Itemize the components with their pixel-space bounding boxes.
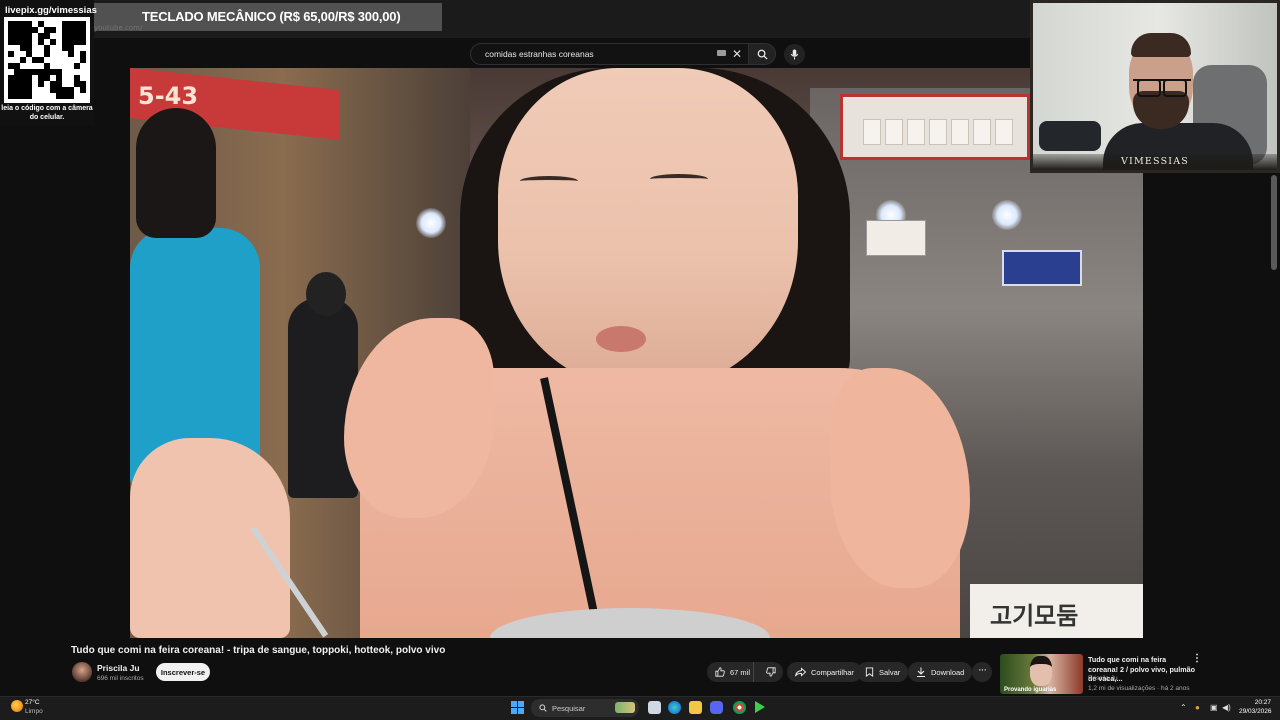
thumbs-down-icon bbox=[766, 667, 776, 677]
webcam-jacket bbox=[1039, 121, 1101, 151]
mic-icon[interactable]: ● bbox=[1195, 703, 1200, 712]
search-button[interactable] bbox=[748, 43, 776, 65]
donation-goal-text: TECLADO MECÂNICO (R$ 65,00/R$ 300,00) bbox=[142, 9, 401, 24]
thumbnail-text: Provando iguarias bbox=[1004, 687, 1057, 693]
search-input[interactable]: comidas estranhas coreanas bbox=[470, 43, 750, 65]
video-woman-face bbox=[498, 68, 798, 388]
video-title: Tudo que comi na feira coreana! - tripa … bbox=[71, 645, 446, 656]
webcam-streamer-glasses bbox=[1133, 79, 1191, 97]
video-blue-sign bbox=[1002, 250, 1082, 286]
share-label: Compartilhar bbox=[811, 667, 854, 677]
voice-search-button[interactable] bbox=[784, 44, 805, 65]
webcam-overlay: VIMESSIAS bbox=[1030, 0, 1280, 173]
network-icon[interactable]: ▣ bbox=[1210, 703, 1218, 712]
suggested-video-channel[interactable]: Priscila Ju bbox=[1088, 675, 1118, 682]
download-button[interactable]: Download bbox=[908, 662, 973, 682]
dislike-button[interactable] bbox=[759, 662, 783, 682]
edge-browser-icon[interactable] bbox=[668, 701, 681, 714]
video-lamp bbox=[416, 208, 446, 238]
share-button[interactable]: Compartilhar bbox=[787, 662, 862, 682]
video-sign-text: 5-43 bbox=[138, 82, 199, 110]
suggested-video-menu-button[interactable]: ⋮ bbox=[1192, 654, 1202, 664]
like-count: 67 mil bbox=[730, 667, 751, 677]
taskbar-search-label: Pesquisar bbox=[552, 703, 586, 713]
video-white-sign bbox=[866, 220, 926, 256]
taskbar-clock[interactable]: 20:27 29/03/2026 bbox=[1239, 699, 1272, 716]
bookmark-icon bbox=[865, 667, 874, 677]
suggested-video-meta: 1,2 mi de visualizações · há 2 anos bbox=[1088, 685, 1190, 692]
save-button[interactable]: Salvar bbox=[857, 662, 909, 682]
media-player-icon[interactable] bbox=[755, 701, 765, 713]
save-label: Salvar bbox=[879, 667, 901, 677]
keyboard-icon[interactable] bbox=[717, 50, 726, 56]
discord-icon[interactable] bbox=[710, 701, 723, 714]
weather-temperature[interactable]: 27°C bbox=[25, 699, 40, 706]
video-bottom-sign: 고기모둠 bbox=[970, 584, 1143, 638]
like-dislike-group: 67 mil bbox=[707, 662, 783, 682]
qr-panel: livepix.gg/vimessias leia o código com a… bbox=[0, 0, 97, 125]
page-scrollbar[interactable] bbox=[1271, 175, 1277, 270]
video-person-hair bbox=[136, 108, 216, 238]
download-label: Download bbox=[931, 667, 965, 677]
weather-icon[interactable] bbox=[11, 700, 23, 712]
file-explorer-icon[interactable] bbox=[689, 701, 702, 714]
qr-url: livepix.gg/vimessias bbox=[5, 5, 97, 16]
channel-name[interactable]: Priscila Ju bbox=[97, 663, 140, 673]
download-icon bbox=[917, 667, 925, 677]
chevron-up-icon[interactable]: ⌃ bbox=[1180, 703, 1187, 712]
search-highlight-icon[interactable] bbox=[615, 702, 635, 713]
suggested-video-thumbnail[interactable]: Provando iguarias bbox=[1000, 654, 1083, 694]
more-actions-button[interactable]: ··· bbox=[972, 662, 992, 682]
video-woman-lips bbox=[596, 326, 646, 352]
weather-description[interactable]: Limpo bbox=[25, 708, 43, 715]
video-player[interactable]: 5-43 고기모둠 bbox=[130, 68, 1143, 638]
avatar[interactable] bbox=[72, 662, 92, 682]
webcam-streamer-hair bbox=[1131, 33, 1191, 57]
video-menu-board bbox=[840, 94, 1030, 160]
screen: youtube.com/ comidas estranhas coreanas … bbox=[0, 0, 1280, 720]
search-icon bbox=[539, 704, 547, 712]
thumbs-up-icon bbox=[715, 667, 725, 677]
video-hand bbox=[130, 438, 290, 638]
video-woman-eye bbox=[650, 174, 708, 184]
video-woman-eye bbox=[520, 176, 578, 186]
subscribe-button[interactable]: Inscrever-se bbox=[156, 663, 210, 681]
qr-code bbox=[4, 17, 90, 103]
mic-icon bbox=[790, 49, 799, 60]
qr-module bbox=[80, 93, 86, 99]
video-lamp bbox=[992, 200, 1022, 230]
task-view-icon[interactable] bbox=[648, 701, 661, 714]
webcam-label: VIMESSIAS bbox=[1033, 154, 1277, 170]
video-person-head bbox=[306, 272, 346, 316]
chrome-browser-icon[interactable] bbox=[733, 701, 746, 714]
subscriber-count: 696 mil inscritos bbox=[97, 675, 144, 682]
taskbar-time: 20:27 bbox=[1254, 699, 1271, 706]
taskbar-date: 29/03/2026 bbox=[1239, 707, 1272, 715]
volume-icon[interactable]: ◀) bbox=[1222, 703, 1231, 712]
share-icon bbox=[795, 667, 806, 677]
windows-taskbar bbox=[0, 696, 1280, 720]
search-query-text: comidas estranhas coreanas bbox=[485, 49, 594, 59]
windows-start-button[interactable] bbox=[511, 701, 524, 714]
like-button[interactable]: 67 mil bbox=[707, 662, 754, 682]
qr-caption: leia o código com a câmera do celular. bbox=[1, 105, 93, 121]
thumbnail-face bbox=[1030, 656, 1052, 686]
search-icon bbox=[757, 49, 768, 60]
close-icon[interactable]: ✕ bbox=[730, 46, 744, 62]
